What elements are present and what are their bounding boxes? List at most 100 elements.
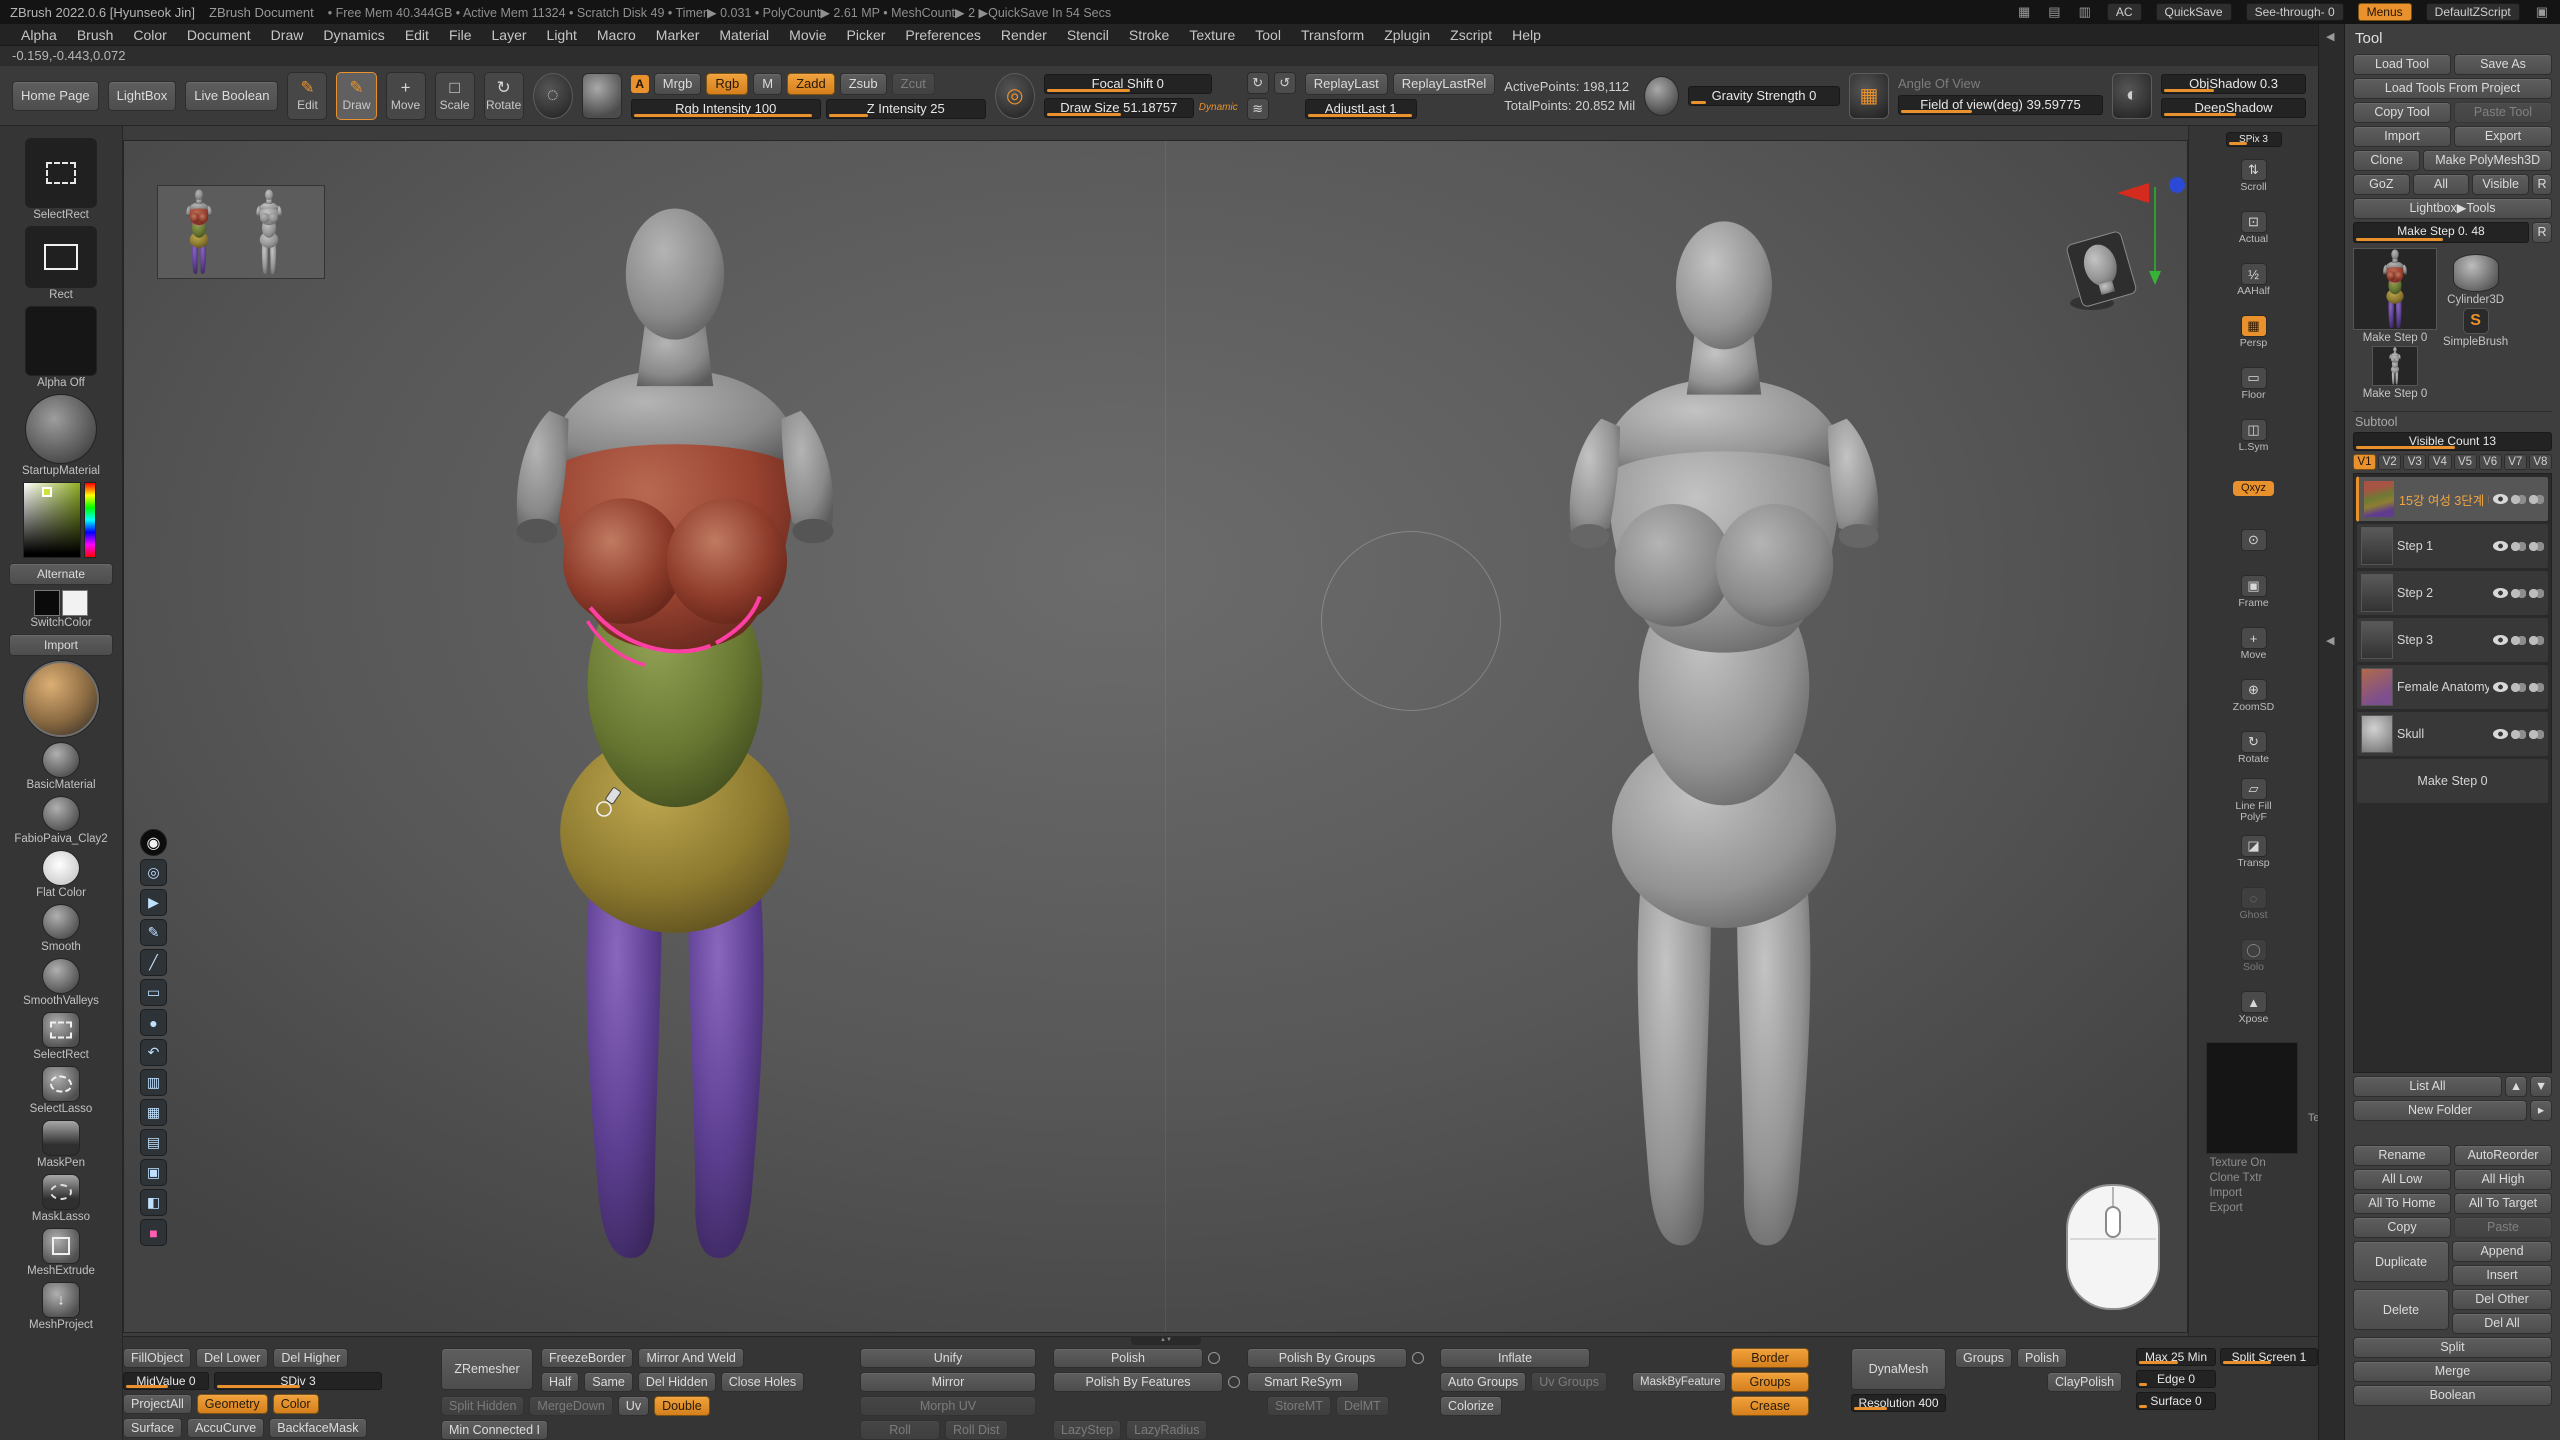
layout-rows-icon[interactable]: ▤ <box>2046 4 2062 20</box>
home-page-button[interactable]: Home Page <box>12 81 99 111</box>
subtool-version-tab[interactable]: V8 <box>2529 454 2552 470</box>
eye-icon[interactable] <box>2493 588 2508 598</box>
adjust-last-slider[interactable]: AdjustLast 1 <box>1305 99 1417 119</box>
see-through-slider[interactable]: See-through- 0 <box>2246 3 2344 21</box>
view-button[interactable]: ⊡ Actual <box>2225 202 2283 254</box>
subtool-version-tab[interactable]: V6 <box>2479 454 2502 470</box>
m-button[interactable]: M <box>753 73 782 95</box>
subtool-version-tab[interactable]: V4 <box>2428 454 2451 470</box>
view-button[interactable]: ⇅ Scroll <box>2225 150 2283 202</box>
polish-by-features-button[interactable]: Polish By Features <box>1053 1372 1223 1392</box>
texture-thumbnail[interactable] <box>2206 1042 2298 1154</box>
view-button[interactable]: ½ AAHalf <box>2225 254 2283 306</box>
del-hidden-button[interactable]: Del Hidden <box>638 1372 716 1392</box>
texture-export-button[interactable]: Export <box>2206 1202 2302 1214</box>
make-step-slider[interactable]: Make Step 0. 48 <box>2353 222 2529 243</box>
visible-count-slider[interactable]: Visible Count 13 <box>2353 432 2552 451</box>
mid-value-slider[interactable]: MidValue 0 <box>123 1372 209 1390</box>
all-to-home-button[interactable]: All To Home <box>2353 1193 2451 1214</box>
goz-button[interactable]: GoZ <box>2353 174 2410 195</box>
focal-shift-slider[interactable]: Focal Shift 0 <box>1044 74 1212 94</box>
delmt-button[interactable]: DelMT <box>1336 1396 1389 1416</box>
deep-shadow-slider[interactable]: DeepShadow <box>2161 98 2306 118</box>
color-gradient-area[interactable] <box>23 482 81 558</box>
menu-item[interactable]: Alpha <box>12 26 66 44</box>
lazyradius-button[interactable]: LazyRadius <box>1126 1420 1207 1440</box>
layout-columns-icon[interactable]: ▥ <box>2077 4 2093 20</box>
float-tool-button[interactable]: ↶ <box>140 1039 167 1066</box>
alternate-button[interactable]: Alternate <box>9 563 113 585</box>
view-button[interactable]: ⊙ <box>2225 514 2283 566</box>
subtool-up-icon[interactable]: ▲ <box>2505 1076 2527 1097</box>
view-button[interactable]: ▭ Floor <box>2225 358 2283 410</box>
lightbox-button[interactable]: LightBox <box>108 81 177 111</box>
tray-item[interactable]: BasicMaterial <box>26 742 95 791</box>
float-tool-button[interactable]: ■ <box>140 1219 167 1246</box>
split-screen-slider[interactable]: Split Screen 1 <box>2220 1348 2318 1366</box>
close-holes-button[interactable]: Close Holes <box>721 1372 804 1392</box>
split-section-button[interactable]: Split <box>2353 1337 2552 1358</box>
subtool-down-icon[interactable]: ▼ <box>2530 1076 2552 1097</box>
draw-size-slider[interactable]: Draw Size 51.18757 <box>1044 98 1194 118</box>
gravity-strength-slider[interactable]: Gravity Strength 0 <box>1688 86 1840 106</box>
eye-icon[interactable] <box>2493 729 2508 739</box>
menu-item[interactable]: Light <box>538 26 586 44</box>
color-picker[interactable] <box>23 482 99 558</box>
claypolish-button[interactable]: ClayPolish <box>2047 1372 2122 1392</box>
perspective-grid-icon[interactable]: ▦ <box>1849 73 1889 119</box>
menus-button[interactable]: Menus <box>2358 3 2412 21</box>
mirror-button[interactable]: Mirror <box>860 1372 1036 1392</box>
all-to-target-button[interactable]: All To Target <box>2454 1193 2552 1214</box>
move-mode-button[interactable]: +Move <box>386 72 426 120</box>
stroke-thumbnail[interactable] <box>25 226 97 288</box>
lightbox-tools-button[interactable]: Lightbox▶Tools <box>2353 198 2552 219</box>
menu-item[interactable]: Edit <box>396 26 438 44</box>
replay-last-rel-button[interactable]: ReplayLastRel <box>1393 73 1496 95</box>
lazystep-button[interactable]: LazyStep <box>1053 1420 1121 1440</box>
view-button[interactable]: ↻ Rotate <box>2225 722 2283 774</box>
tray-item[interactable]: Smooth <box>41 904 81 953</box>
simplebrush-thumbnail[interactable]: S <box>2463 308 2489 334</box>
list-all-button[interactable]: List All <box>2353 1076 2502 1097</box>
min-connected-button[interactable]: Min Connected I <box>441 1420 548 1440</box>
paste-tool-button[interactable]: Paste Tool <box>2454 102 2552 123</box>
del-lower-button[interactable]: Del Lower <box>196 1348 268 1368</box>
subtool-item[interactable]: Step 3 <box>2356 617 2549 663</box>
geometry-button[interactable]: Geometry <box>197 1394 268 1414</box>
polypaint-toggle-icon[interactable] <box>2511 636 2526 645</box>
import-button[interactable]: Import <box>9 634 113 656</box>
spix-slider[interactable]: SPix 3 <box>2226 132 2282 147</box>
make-step-r-button[interactable]: R <box>2532 222 2552 243</box>
view-button[interactable]: ◌ Ghost <box>2225 878 2283 930</box>
subtool-item[interactable]: Make Step 0 <box>2356 758 2549 804</box>
autoreorder-button[interactable]: AutoReorder <box>2454 1145 2552 1166</box>
insert-button[interactable]: Insert <box>2452 1265 2552 1286</box>
menu-item[interactable]: Zscript <box>1441 26 1501 44</box>
gravity-sphere-icon[interactable] <box>1644 76 1679 116</box>
rename-button[interactable]: Rename <box>2353 1145 2451 1166</box>
goz-all-button[interactable]: All <box>2413 174 2470 195</box>
mask-by-feature-button[interactable]: MaskByFeature <box>1632 1372 1726 1392</box>
tray-item[interactable]: MaskLasso <box>32 1174 90 1223</box>
float-tool-button[interactable]: ● <box>140 1009 167 1036</box>
alpha-thumbnail[interactable] <box>25 306 97 376</box>
subtool-thumbnail[interactable] <box>2361 621 2393 659</box>
subtool-item[interactable]: 15강 여성 3단계 바디 각상 - [B] <box>2356 476 2549 522</box>
current-stroke[interactable]: Rect <box>25 226 97 301</box>
load-tools-from-project-button[interactable]: Load Tools From Project <box>2353 78 2552 99</box>
uv-toggle-icon[interactable] <box>2529 730 2544 739</box>
menu-item[interactable]: Marker <box>647 26 709 44</box>
clone-button[interactable]: Clone <box>2353 150 2420 171</box>
roll-dist-button[interactable]: Roll Dist <box>945 1420 1008 1440</box>
max-min-slider[interactable]: Max 25 Min <box>2136 1348 2216 1366</box>
subtool-section-header[interactable]: Subtool <box>2353 411 2552 429</box>
eye-icon[interactable] <box>2493 494 2508 504</box>
menu-item[interactable]: Zplugin <box>1375 26 1439 44</box>
view-button[interactable]: ◪ Transp <box>2225 826 2283 878</box>
menu-item[interactable]: Tool <box>1246 26 1290 44</box>
draw-mode-button[interactable]: ✎Draw <box>336 72 376 120</box>
shadow-people-icon[interactable]: ◐ <box>2112 73 2152 119</box>
mrgb-button[interactable]: Mrgb <box>654 73 702 95</box>
uv-toggle-icon[interactable] <box>2529 636 2544 645</box>
color-selector[interactable] <box>42 487 52 497</box>
